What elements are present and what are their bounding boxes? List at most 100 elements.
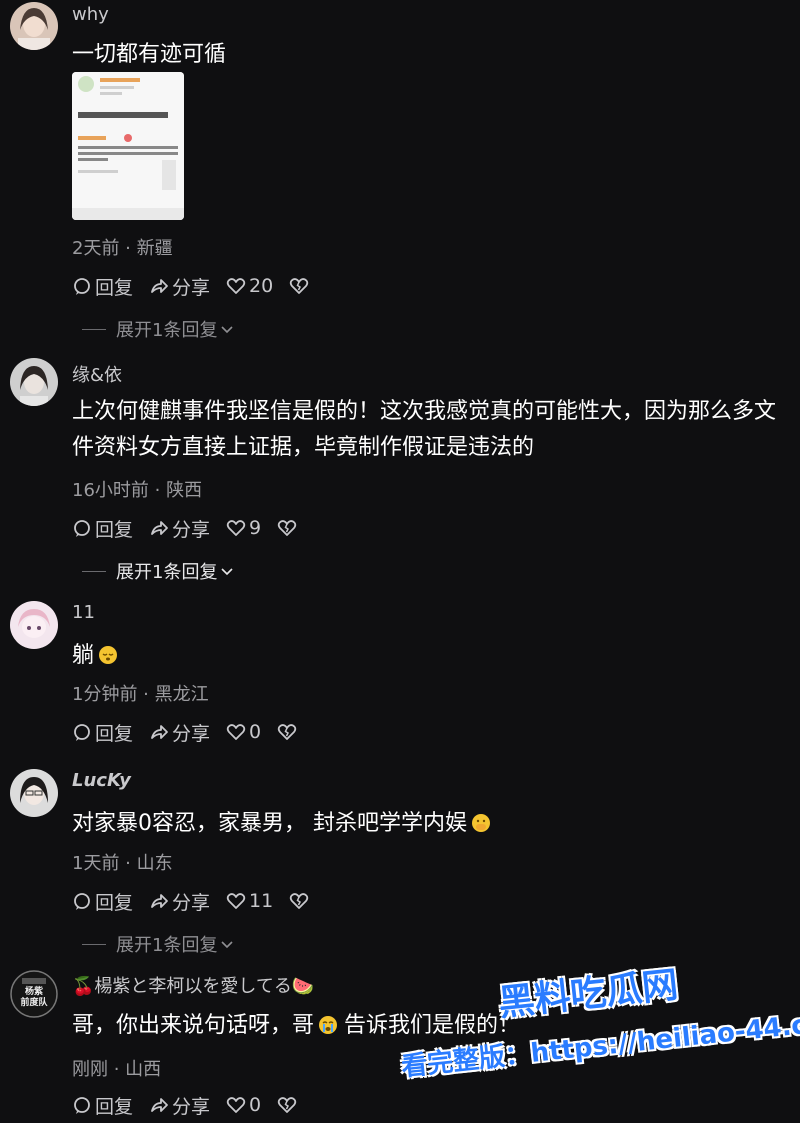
avatar-portrait-icon bbox=[10, 358, 58, 406]
like-count: 11 bbox=[249, 890, 274, 912]
share-button[interactable]: 分享 bbox=[149, 515, 210, 542]
watermark: 黑料吃瓜网 看完整版：https://heiliao-44.com bbox=[398, 965, 800, 1115]
dislike-button[interactable] bbox=[277, 722, 300, 742]
avatar[interactable]: 杨紫 前度队 bbox=[10, 970, 58, 1018]
screenshot-thumbnail-icon bbox=[72, 72, 184, 220]
comment-image[interactable] bbox=[72, 72, 184, 220]
like-button[interactable]: 0 bbox=[226, 1094, 261, 1116]
comment-text-body: 对家暴0容忍，家暴男， 封杀吧学学内娱 bbox=[72, 811, 467, 836]
heart-icon bbox=[226, 893, 246, 909]
heart-icon bbox=[226, 520, 246, 536]
share-icon bbox=[151, 1098, 168, 1112]
dislike-button[interactable] bbox=[289, 891, 312, 911]
avatar[interactable] bbox=[10, 2, 58, 50]
comment-actions: 回复 分享 11 bbox=[72, 888, 328, 914]
reply-button[interactable]: 回复 bbox=[72, 1092, 133, 1119]
avatar[interactable] bbox=[10, 601, 58, 649]
comment-actions: 回复 分享 9 bbox=[72, 515, 316, 541]
expand-label: 展开1条回复 bbox=[116, 562, 218, 583]
chevron-down-icon bbox=[221, 326, 234, 334]
avatar-portrait-icon bbox=[10, 2, 58, 50]
comment-actions: 回复 分享 0 bbox=[72, 1092, 316, 1118]
divider bbox=[82, 943, 106, 945]
broken-heart-icon bbox=[277, 520, 297, 536]
chevron-down-icon bbox=[221, 568, 234, 576]
reply-icon bbox=[74, 893, 90, 910]
heart-icon bbox=[226, 1097, 246, 1113]
comment-meta: 1分钟前 · 黑龙江 bbox=[72, 684, 209, 705]
like-button[interactable]: 9 bbox=[226, 517, 261, 539]
reply-label: 回复 bbox=[95, 276, 134, 299]
avatar[interactable] bbox=[10, 358, 58, 406]
chevron-down-icon bbox=[221, 941, 234, 949]
expand-label: 展开1条回复 bbox=[116, 320, 218, 341]
reply-button[interactable]: 回复 bbox=[72, 515, 133, 542]
expand-replies-button[interactable]: 展开1条回复 bbox=[82, 558, 234, 584]
comment-text: 躺 bbox=[72, 638, 787, 674]
dislike-button[interactable] bbox=[277, 518, 300, 538]
reply-icon bbox=[74, 520, 90, 537]
username[interactable]: LucKy bbox=[72, 770, 131, 791]
like-count: 20 bbox=[249, 275, 274, 297]
share-icon bbox=[151, 279, 168, 293]
reply-label: 回复 bbox=[95, 722, 134, 745]
comment-meta: 16小时前 · 陕西 bbox=[72, 480, 203, 501]
username[interactable]: 🍒楊紫と李柯以を愛してる🍉 bbox=[72, 972, 314, 998]
expand-label: 展开1条回复 bbox=[116, 935, 218, 956]
like-count: 0 bbox=[249, 721, 262, 743]
share-label: 分享 bbox=[172, 518, 211, 541]
reply-button[interactable]: 回复 bbox=[72, 888, 133, 915]
broken-heart-icon bbox=[277, 1097, 297, 1113]
comment-actions: 回复 分享 0 bbox=[72, 719, 316, 745]
share-button[interactable]: 分享 bbox=[149, 273, 210, 300]
like-button[interactable]: 11 bbox=[226, 890, 273, 912]
comment-text: 上次何健麒事件我坚信是假的！这次我感觉真的可能性大，因为那么多文件资料女方直接上… bbox=[72, 399, 777, 460]
comment-text-body: 躺 bbox=[72, 643, 95, 668]
share-label: 分享 bbox=[172, 722, 211, 745]
username[interactable]: why bbox=[72, 4, 109, 25]
share-icon bbox=[151, 894, 168, 908]
comment-meta: 2天前 · 新疆 bbox=[72, 238, 173, 259]
like-count: 9 bbox=[249, 517, 262, 539]
comment-actions: 回复 分享 20 bbox=[72, 273, 328, 299]
share-label: 分享 bbox=[172, 1095, 211, 1118]
watermark-title: 黑料吃瓜网 bbox=[496, 964, 681, 1025]
reply-icon bbox=[74, 724, 90, 741]
reply-label: 回复 bbox=[95, 1095, 134, 1118]
share-button[interactable]: 分享 bbox=[149, 1092, 210, 1119]
comment-text: 一切都有迹可循 bbox=[72, 42, 227, 67]
dislike-button[interactable] bbox=[277, 1095, 300, 1115]
expand-replies-button[interactable]: 展开1条回复 bbox=[82, 316, 234, 342]
share-icon bbox=[151, 725, 168, 739]
divider bbox=[82, 570, 106, 572]
share-button[interactable]: 分享 bbox=[149, 888, 210, 915]
broken-heart-icon bbox=[290, 893, 309, 909]
dislike-button[interactable] bbox=[289, 276, 312, 296]
reply-icon bbox=[74, 278, 90, 295]
hand-over-mouth-icon bbox=[472, 814, 490, 832]
share-icon bbox=[151, 521, 168, 535]
reply-button[interactable]: 回复 bbox=[72, 273, 133, 300]
broken-heart-icon bbox=[277, 724, 297, 740]
share-button[interactable]: 分享 bbox=[149, 719, 210, 746]
like-button[interactable]: 20 bbox=[226, 275, 273, 297]
avatar-text-line: 前度队 bbox=[20, 998, 48, 1008]
username[interactable]: 缘&依 bbox=[72, 361, 122, 387]
reply-label: 回复 bbox=[95, 518, 134, 541]
reply-label: 回复 bbox=[95, 891, 134, 914]
share-label: 分享 bbox=[172, 891, 211, 914]
share-label: 分享 bbox=[172, 276, 211, 299]
avatar-badge-text: 杨紫 前度队 bbox=[10, 987, 58, 1009]
broken-heart-icon bbox=[290, 278, 309, 294]
username[interactable]: 11 bbox=[72, 602, 95, 623]
avatar-anime-icon bbox=[10, 601, 58, 649]
divider bbox=[82, 328, 106, 330]
reply-button[interactable]: 回复 bbox=[72, 719, 133, 746]
sleeping-face-icon bbox=[99, 646, 118, 664]
crying-face-icon bbox=[319, 1016, 338, 1034]
avatar[interactable] bbox=[10, 769, 58, 817]
avatar-text-line: 杨紫 bbox=[24, 987, 43, 997]
comment-text-part: 哥，你出来说句话呀，哥 bbox=[72, 1013, 315, 1038]
like-button[interactable]: 0 bbox=[226, 721, 261, 743]
expand-replies-button[interactable]: 展开1条回复 bbox=[82, 931, 234, 957]
